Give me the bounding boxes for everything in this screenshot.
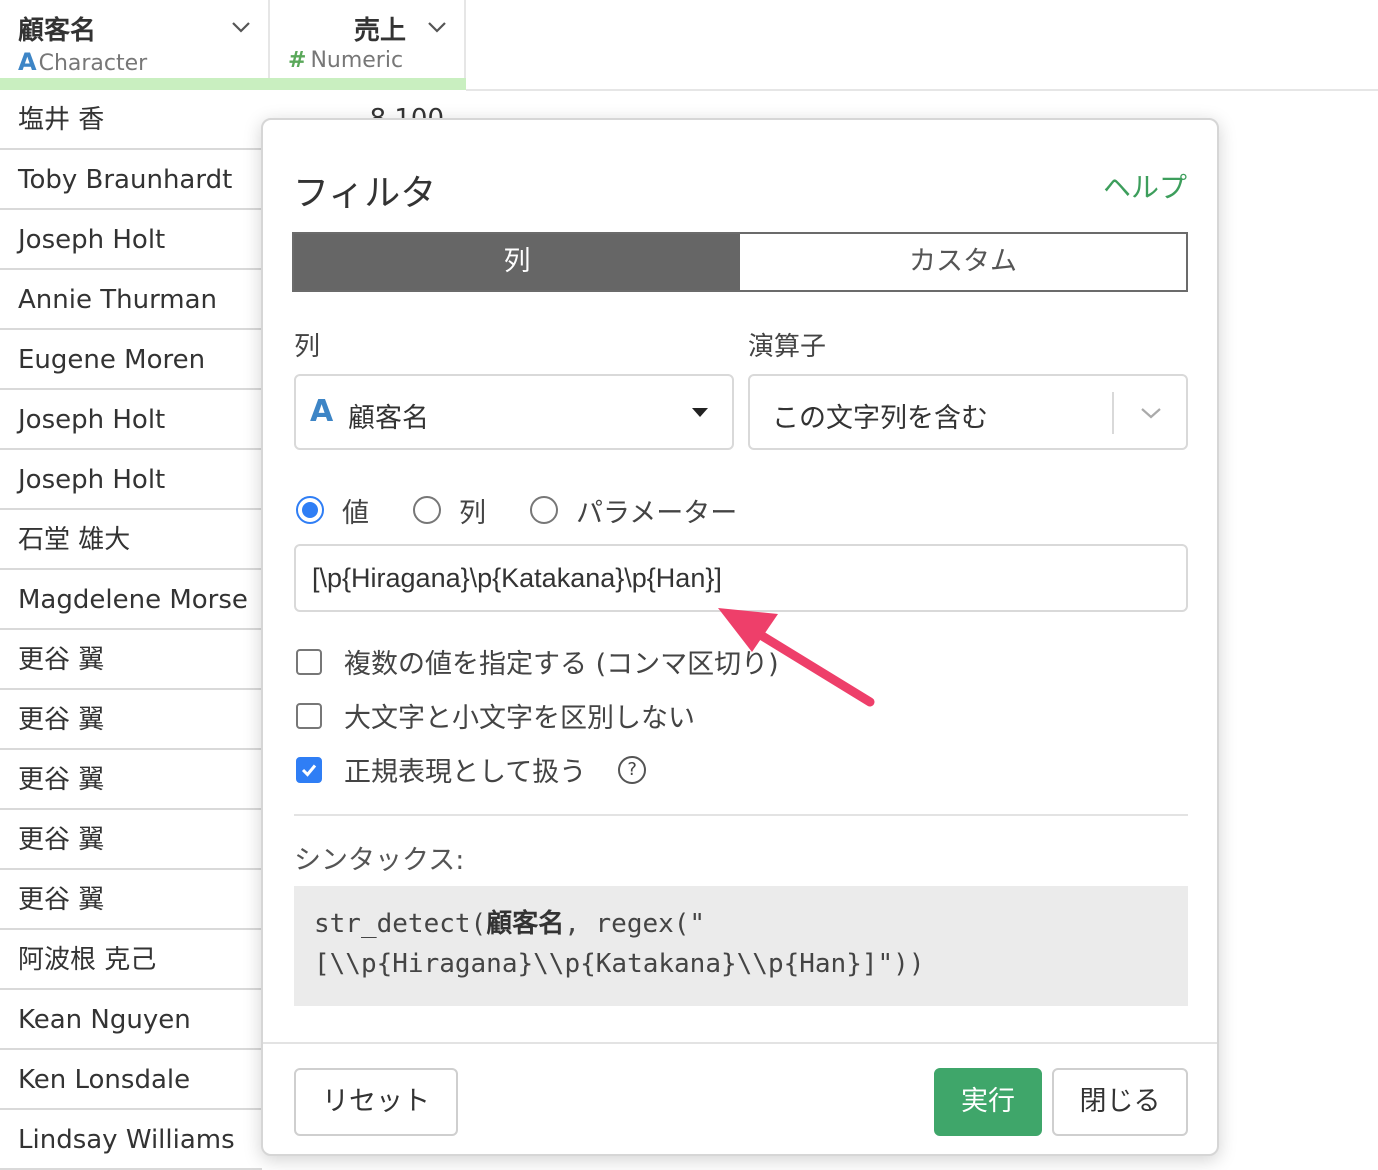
table-row: 阿波根 克己	[0, 930, 262, 990]
table-row: 石堂 雄大	[0, 510, 262, 570]
tab-custom[interactable]: カスタム	[740, 234, 1186, 290]
radio-button[interactable]	[530, 496, 558, 524]
column-type: # Numeric	[288, 48, 404, 73]
syntax-line-2: [\\p{Hiragana}\\p{Katakana}\\p{Han}]"))	[314, 949, 925, 979]
column-header-sales[interactable]: 売上 # Numeric	[270, 0, 466, 90]
caret-down-icon	[692, 408, 708, 417]
radio-value[interactable]: 値	[296, 491, 369, 530]
column-type: ACharacter	[18, 48, 148, 76]
multiple-values-option[interactable]: 複数の値を指定する (コンマ区切り)	[296, 642, 779, 681]
filter-value-input[interactable]	[294, 544, 1188, 612]
case-insensitive-option[interactable]: 大文字と小文字を区別しない	[296, 696, 695, 735]
table-row: 塩井 香	[0, 90, 262, 150]
table-row: 更谷 翼	[0, 870, 262, 930]
table-row: Annie Thurman	[0, 270, 262, 330]
column-name: 顧客名	[18, 16, 97, 46]
checkmark-icon	[301, 764, 317, 777]
help-link[interactable]: ヘルプ	[1103, 166, 1187, 206]
table-row: 更谷 翼	[0, 690, 262, 750]
operator-label: 演算子	[748, 332, 827, 362]
character-type-icon: A	[310, 394, 334, 429]
table-row: Toby Braunhardt	[0, 150, 262, 210]
radio-button[interactable]	[296, 496, 324, 524]
column-quality-bar	[0, 78, 466, 90]
filter-mode-tabs: 列 カスタム	[292, 232, 1188, 292]
value-source-radios: 値 列 パラメーター	[296, 491, 781, 530]
syntax-label: シンタックス:	[294, 845, 465, 876]
chevron-down-icon[interactable]	[228, 14, 254, 40]
table-row: Joseph Holt	[0, 450, 262, 510]
syntax-column: 顧客名	[486, 909, 565, 939]
column-label: 列	[294, 332, 321, 362]
close-button[interactable]: 閉じる	[1052, 1068, 1188, 1136]
table-row: Joseph Holt	[0, 210, 262, 270]
character-type-icon: A	[18, 48, 37, 76]
radio-button[interactable]	[413, 496, 441, 524]
table-row: 更谷 翼	[0, 810, 262, 870]
column-select[interactable]: A 顧客名	[294, 374, 734, 450]
regex-option[interactable]: 正規表現として扱う ?	[296, 750, 647, 789]
chevron-down-icon	[1141, 408, 1161, 419]
section-divider	[294, 814, 1188, 816]
select-separator	[1112, 392, 1114, 434]
filter-dialog: フィルタ ヘルプ 列 カスタム 列 演算子 A 顧客名 この文字列を含む 値 列…	[261, 118, 1219, 1156]
table-row: Ken Lonsdale	[0, 1050, 262, 1110]
footer-divider	[263, 1042, 1217, 1044]
table-row: 更谷 翼	[0, 750, 262, 810]
numeric-type-icon: #	[288, 48, 307, 73]
dialog-title: フィルタ	[293, 173, 437, 214]
table-row: Joseph Holt	[0, 390, 262, 450]
table-row: 更谷 翼	[0, 630, 262, 690]
table-row: Eugene Moren	[0, 330, 262, 390]
column-name: 売上	[353, 16, 406, 46]
syntax-line-1: str_detect(顧客名, regex("	[314, 909, 706, 939]
table-row: Lindsay Williams	[0, 1110, 262, 1170]
help-question-icon[interactable]: ?	[618, 755, 647, 784]
column-header-customer[interactable]: 顧客名 ACharacter	[0, 0, 270, 90]
run-button[interactable]: 実行	[934, 1068, 1042, 1136]
reset-button[interactable]: リセット	[294, 1068, 458, 1136]
checkbox[interactable]	[296, 648, 322, 675]
column-select-value: 顧客名	[348, 403, 429, 434]
table-row: Kean Nguyen	[0, 990, 262, 1050]
header-divider	[466, 89, 1378, 91]
radio-column[interactable]: 列	[413, 491, 486, 530]
operator-select[interactable]: この文字列を含む	[748, 374, 1188, 450]
operator-select-value: この文字列を含む	[772, 403, 988, 434]
table-row: Magdelene Morse	[0, 570, 262, 630]
syntax-preview: str_detect(顧客名, regex(" [\\p{Hiragana}\\…	[294, 886, 1188, 1006]
table-rows: 塩井 香 Toby Braunhardt Joseph Holt Annie Thur…	[0, 90, 262, 1170]
checkbox-checked[interactable]	[296, 756, 322, 783]
checkbox[interactable]	[296, 702, 322, 729]
tab-column[interactable]: 列	[294, 234, 740, 290]
chevron-down-icon[interactable]	[424, 14, 450, 40]
radio-parameter[interactable]: パラメーター	[530, 491, 737, 530]
